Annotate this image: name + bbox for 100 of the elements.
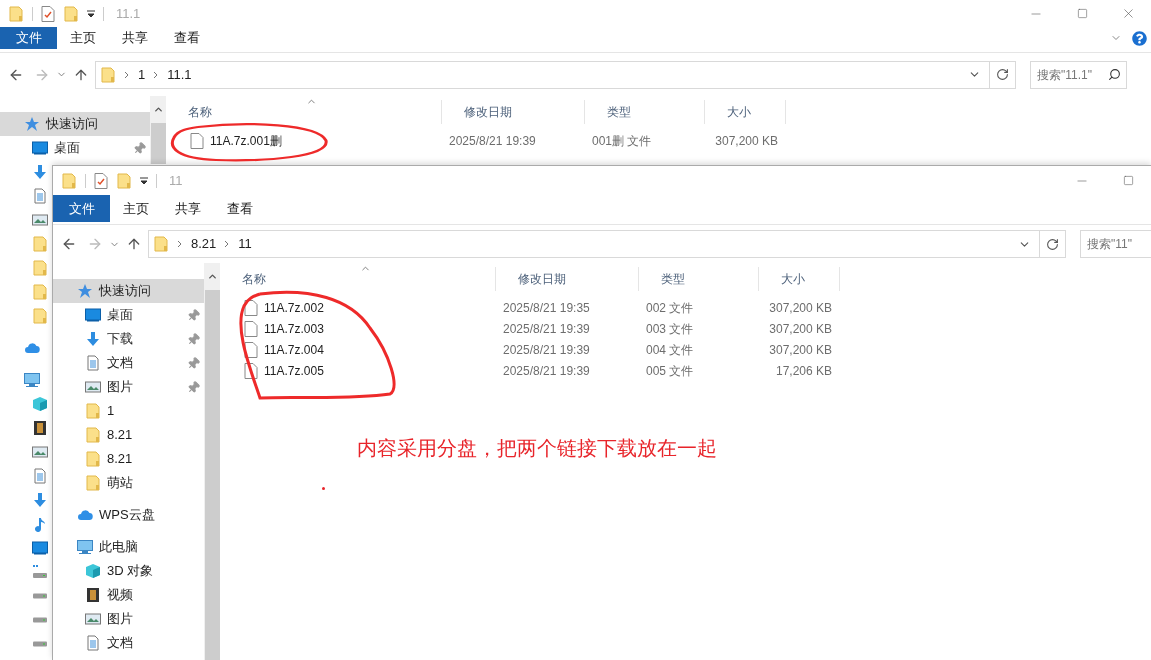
dropdown-icon[interactable] [140, 176, 148, 185]
computer-icon [77, 539, 93, 555]
column-header[interactable]: 修改日期 [442, 100, 585, 124]
date-cell-text: 2025/8/21 19:35 [502, 299, 591, 317]
up-button[interactable] [126, 236, 142, 252]
folder-icon [85, 451, 101, 467]
search-field[interactable]: 搜索"11.1" [1030, 60, 1127, 89]
column-header[interactable]: 类型 [639, 267, 759, 291]
chevron-icon [224, 240, 231, 248]
column-header[interactable]: 名称 [220, 267, 496, 291]
size-cell-text: 307,200 KB [768, 341, 833, 359]
type-cell-text: 002 文件 [645, 299, 695, 317]
folder-icon [8, 5, 24, 22]
nav-item[interactable]: 此电脑 [53, 535, 204, 559]
type-cell-text: 003 文件 [645, 320, 695, 338]
file-icon [190, 132, 204, 149]
file-icon [244, 299, 258, 316]
nav-item[interactable]: WPS云盘 [53, 503, 204, 527]
ribbon-tab[interactable]: 共享 [109, 27, 161, 49]
ribbon-tab[interactable]: 查看 [214, 195, 266, 222]
refresh-icon[interactable] [996, 68, 1009, 81]
nav-item[interactable]: 图片 [53, 375, 204, 399]
file-name-cell[interactable]: 11A.7z.002 [220, 298, 496, 317]
column-header[interactable]: 大小 [705, 100, 786, 124]
breadcrumb-item[interactable]: 1 [138, 64, 146, 85]
address-bar[interactable]: 1 11.1 [95, 60, 1016, 89]
nav-item[interactable]: 下载 [53, 327, 204, 351]
help-icon[interactable] [1132, 30, 1147, 46]
size-cell-text: 17,206 KB [774, 362, 833, 380]
scrollbar[interactable] [150, 96, 166, 164]
refresh-icon[interactable] [1046, 237, 1059, 251]
column-header[interactable]: 类型 [585, 100, 705, 124]
file-tab[interactable]: 文件 [53, 195, 110, 222]
breadcrumb-item[interactable]: 11 [238, 234, 252, 254]
search-icon[interactable] [1108, 67, 1121, 81]
monitor-icon [85, 307, 101, 323]
star-icon [77, 283, 93, 299]
nav-item[interactable]: 萌站 [53, 471, 204, 495]
scroll-up-icon[interactable] [206, 271, 218, 282]
size-cell-text: 307,200 KB [768, 320, 833, 338]
folder-icon [116, 172, 132, 189]
nav-item[interactable]: 8.21 [53, 447, 204, 471]
nav-item[interactable]: 8.21 [53, 423, 204, 447]
music-note-icon [32, 516, 48, 532]
cube-icon [32, 396, 48, 412]
file-tab[interactable]: 文件 [0, 27, 57, 49]
cloud-icon [77, 507, 93, 523]
scroll-up-icon[interactable] [152, 104, 164, 115]
size-cell-text: 307,200 KB [768, 299, 833, 317]
properties-icon[interactable] [41, 5, 55, 22]
film-icon [32, 420, 48, 436]
scroll-thumb[interactable] [150, 123, 166, 164]
star-icon [24, 116, 40, 132]
picture-icon [85, 611, 101, 627]
maximize-icon[interactable] [1076, 8, 1088, 19]
download-icon [85, 331, 101, 347]
picture-icon [32, 444, 48, 460]
type-cell-text: 004 文件 [645, 341, 695, 359]
download-icon [32, 492, 48, 508]
dropdown-icon[interactable] [87, 9, 95, 18]
address-bar[interactable]: 8.21 11 [148, 230, 1066, 258]
date-cell-text: 2025/8/21 19:39 [502, 341, 591, 359]
date-cell-text: 2025/8/21 19:39 [502, 362, 591, 380]
folder-icon [32, 308, 48, 324]
file-name-cell[interactable]: 11A.7z.004 [220, 340, 496, 359]
nav-item[interactable]: 快速访问 [0, 112, 150, 136]
ribbon-tab[interactable]: 查看 [161, 27, 213, 49]
window-title: 11 [169, 171, 183, 190]
nav-item[interactable]: 图片 [53, 607, 204, 631]
back-button[interactable] [61, 236, 77, 252]
nav-item[interactable]: 桌面 [0, 136, 150, 160]
maximize-icon[interactable] [1122, 175, 1134, 186]
column-header[interactable]: 名称 [166, 100, 442, 124]
column-header[interactable]: 大小 [759, 267, 840, 291]
breadcrumb-item[interactable]: 8.21 [191, 234, 217, 254]
nav-item[interactable]: 快速访问 [53, 279, 204, 303]
breadcrumb-item[interactable]: 11.1 [167, 64, 192, 85]
picture-icon [32, 212, 48, 228]
nav-item[interactable]: 桌面 [53, 303, 204, 327]
ribbon-tab[interactable]: 共享 [162, 195, 214, 222]
ribbon-tab[interactable]: 主页 [57, 27, 109, 49]
search-field[interactable]: 搜索"11" [1080, 230, 1151, 258]
folder-icon [85, 403, 101, 419]
ribbon-tab[interactable]: 主页 [110, 195, 162, 222]
nav-item[interactable]: 1 [53, 399, 204, 423]
file-name-cell[interactable]: 11A.7z.005 [220, 361, 496, 380]
file-name-cell[interactable]: 11A.7z.001删 [166, 131, 442, 150]
nav-item[interactable]: 文档 [53, 631, 204, 655]
document-icon [85, 355, 101, 371]
date-cell-text: 2025/8/21 19:39 [502, 320, 591, 338]
column-header[interactable]: 修改日期 [496, 267, 639, 291]
file-name-cell[interactable]: 11A.7z.003 [220, 319, 496, 338]
nav-item[interactable]: 文档 [53, 351, 204, 375]
nav-item[interactable]: 视频 [53, 583, 204, 607]
nav-item[interactable]: 3D 对象 [53, 559, 204, 583]
drive-icon [32, 617, 48, 623]
forward-button[interactable] [87, 236, 103, 252]
folder-icon [32, 284, 48, 300]
properties-icon[interactable] [94, 172, 108, 189]
download-icon [32, 164, 48, 180]
